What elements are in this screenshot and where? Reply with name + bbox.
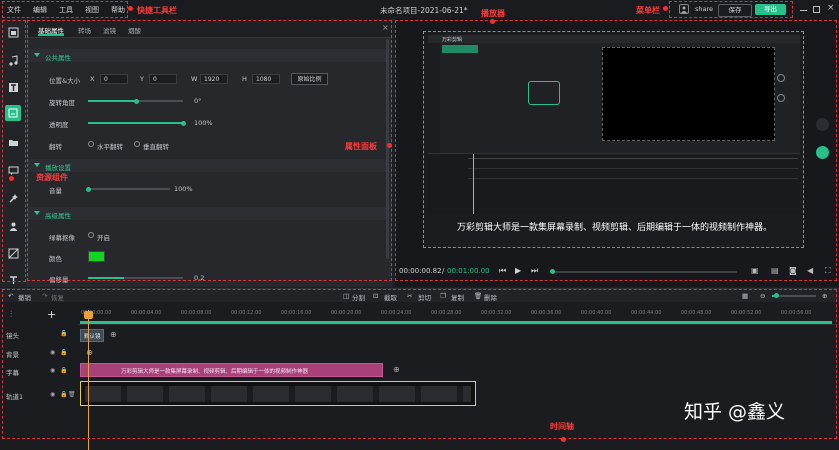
- annotation-quick-toolbar: 快捷工具栏: [137, 6, 177, 15]
- annotation-property-panel: 属性面板: [345, 142, 377, 151]
- annotation-dot: [128, 6, 133, 11]
- close-icon[interactable]: ×: [827, 3, 835, 13]
- annotation-box-property-panel: [27, 20, 392, 281]
- annotation-resource-component: 资源组件: [36, 173, 68, 182]
- annotation-menubar: 菜单栏: [636, 6, 660, 15]
- annotation-box-timeline: [2, 289, 837, 439]
- annotation-box-player: [395, 20, 837, 281]
- annotation-box-menubar: [669, 1, 793, 18]
- annotation-dot: [663, 6, 668, 11]
- maximize-icon[interactable]: [813, 6, 820, 13]
- annotation-dot: [561, 437, 566, 442]
- project-title: 未命名项目-2021-06-21*: [380, 6, 468, 15]
- annotation-dot: [9, 176, 14, 181]
- annotation-box-resource-sidebar: [2, 20, 26, 282]
- annotation-timeline: 时间轴: [550, 422, 574, 431]
- annotation-player: 播放器: [481, 9, 505, 18]
- annotation-dot: [387, 143, 392, 148]
- annotation-box-quick-toolbar: [2, 1, 128, 18]
- minimize-icon[interactable]: [800, 10, 807, 11]
